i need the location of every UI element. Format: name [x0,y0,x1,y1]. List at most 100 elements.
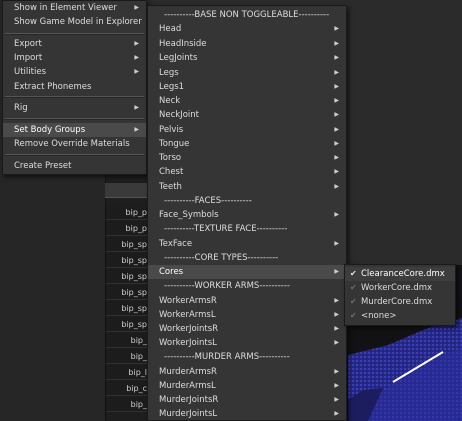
menu-item-murderjointsr[interactable]: MurderJointsR ▶ [148,393,346,407]
list-item[interactable]: bip_p [106,221,149,236]
cores-submenu: ✔ ClearanceCore.dmx ✔ WorkerCore.dmx ✔ M… [344,264,456,326]
submenu-arrow-icon: ▶ [134,68,139,75]
menu-item-none[interactable]: ✔ <none> [345,309,455,323]
menu-item-legjoints[interactable]: LegJoints ▶ [148,51,346,65]
menu-item-murderarmsl[interactable]: MurderArmsL ▶ [148,379,346,393]
submenu-arrow-icon: ▶ [334,240,339,247]
list-item[interactable]: bip_sp [106,285,149,300]
menu-item-label: Chest [159,167,184,177]
menu-item-workerarmsl[interactable]: WorkerArmsL ▶ [148,308,346,322]
menu-item-face-symbols[interactable]: Face_Symbols ▶ [148,208,346,222]
list-item[interactable]: bip_ [106,333,149,348]
menu-item-label: MurderArmsL [159,381,216,391]
menu-item-headinside[interactable]: HeadInside ▶ [148,37,346,51]
section-header-faces: ----------FACES---------- [164,196,252,206]
submenu-arrow-icon: ▶ [334,54,339,61]
list-item[interactable]: bip_c [106,381,149,396]
menu-item-label: Export [14,39,42,49]
menu-item-texface[interactable]: TexFace ▶ [148,237,346,251]
submenu-arrow-icon: ▶ [334,83,339,90]
menu-item-pelvis[interactable]: Pelvis ▶ [148,123,346,137]
menu-item-set-body-groups[interactable]: Set Body Groups ▶ [3,123,146,137]
menu-item-cores[interactable]: Cores ▶ [148,265,346,279]
menu-item-show-game-model-in-explorer[interactable]: Show Game Model in Explorer [3,15,146,29]
submenu-arrow-icon: ▶ [334,211,339,218]
submenu-arrow-icon: ▶ [334,368,339,375]
checkmark-icon: ✔ [350,311,357,320]
menu-item-clearancecore[interactable]: ✔ ClearanceCore.dmx [345,267,455,281]
menu-item-rig[interactable]: Rig ▶ [3,101,146,115]
menu-item-torso[interactable]: Torso ▶ [148,151,346,165]
menu-item-label: Tongue [159,139,190,149]
section-header-texture-face: ----------TEXTURE FACE---------- [164,224,288,234]
main-context-menu: Show in Element Viewer ▶ Show Game Model… [2,0,147,175]
submenu-arrow-icon: ▶ [334,168,339,175]
menu-item-label: Legs1 [159,82,185,92]
menu-item-remove-override-materials[interactable]: Remove Override Materials [3,137,146,151]
submenu-arrow-icon: ▶ [334,311,339,318]
list-item[interactable]: bip_sp [106,317,149,332]
section-header-core-types: ----------CORE TYPES---------- [164,253,279,263]
list-item[interactable]: bip_ [106,349,149,364]
list-item[interactable]: bip_p [106,205,149,220]
menu-item-label: MurderJointsL [159,409,218,419]
list-item[interactable]: bip_ [106,397,149,412]
menu-item-label: Neck [159,96,181,106]
menu-item-label: WorkerArmsL [159,310,216,320]
submenu-arrow-icon: ▶ [334,25,339,32]
menu-item-murderjointsl[interactable]: MurderJointsL ▶ [148,407,346,421]
list-item[interactable]: bip_sp [106,237,149,252]
list-item[interactable]: bip_sp [106,301,149,316]
menu-item-head[interactable]: Head ▶ [148,22,346,36]
section-header-base: ----------BASE NON TOGGLEABLE---------- [164,10,330,20]
menu-item-label: Utilities [14,67,46,77]
menu-item-murdercore[interactable]: ✔ MurderCore.dmx [345,295,455,309]
submenu-arrow-icon: ▶ [334,325,339,332]
menu-item-workerjointsr[interactable]: WorkerJointsR ▶ [148,322,346,336]
menu-item-label: <none> [361,311,397,321]
menu-item-export[interactable]: Export ▶ [3,37,146,51]
menu-item-label: WorkerJointsR [159,324,219,334]
menu-item-workerjointsl[interactable]: WorkerJointsL ▶ [148,336,346,350]
menu-item-label: Teeth [159,182,182,192]
menu-item-label: NeckJoint [159,110,199,120]
menu-item-label: Set Body Groups [14,125,86,135]
submenu-arrow-icon: ▶ [134,54,139,61]
menu-item-import[interactable]: Import ▶ [3,51,146,65]
menu-item-extract-phonemes[interactable]: Extract Phonemes [3,80,146,94]
menu-item-label: WorkerCore.dmx [361,283,433,293]
menu-item-label: Legs [159,68,179,78]
list-item[interactable]: bip_sp [106,269,149,284]
menu-item-neckjoint[interactable]: NeckJoint ▶ [148,108,346,122]
menu-item-create-preset[interactable]: Create Preset [3,159,146,173]
menu-item-tongue[interactable]: Tongue ▶ [148,137,346,151]
submenu-arrow-icon: ▶ [134,126,139,133]
menu-item-label: Extract Phonemes [14,82,92,92]
menu-item-legs[interactable]: Legs ▶ [148,66,346,80]
menu-item-workerarmsr[interactable]: WorkerArmsR ▶ [148,294,346,308]
menu-separator [5,118,144,120]
list-item[interactable]: bip_sp [106,253,149,268]
section-header-worker-arms: ----------WORKER ARMS---------- [164,281,291,291]
menu-item-label: WorkerArmsR [159,296,217,306]
list-item[interactable]: bip_l [106,365,149,380]
menu-item-neck[interactable]: Neck ▶ [148,94,346,108]
menu-item-label: LegJoints [159,53,198,63]
menu-item-teeth[interactable]: Teeth ▶ [148,180,346,194]
menu-item-utilities[interactable]: Utilities ▶ [3,65,146,79]
menu-item-show-in-element-viewer[interactable]: Show in Element Viewer ▶ [3,1,146,15]
menu-item-chest[interactable]: Chest ▶ [148,165,346,179]
menu-item-label: MurderArmsR [159,367,217,377]
menu-item-legs1[interactable]: Legs1 ▶ [148,80,346,94]
menu-item-label: ClearanceCore.dmx [361,269,445,279]
menu-item-label: Face_Symbols [159,210,219,220]
submenu-arrow-icon: ▶ [334,140,339,147]
checkmark-icon: ✔ [350,283,357,292]
submenu-arrow-icon: ▶ [134,40,139,47]
checkmark-icon: ✔ [350,269,357,278]
submenu-arrow-icon: ▶ [134,4,139,11]
menu-item-label: Show Game Model in Explorer [14,17,142,27]
menu-item-murderarmsr[interactable]: MurderArmsR ▶ [148,365,346,379]
menu-item-label: Pelvis [159,125,184,135]
menu-item-workercore[interactable]: ✔ WorkerCore.dmx [345,281,455,295]
